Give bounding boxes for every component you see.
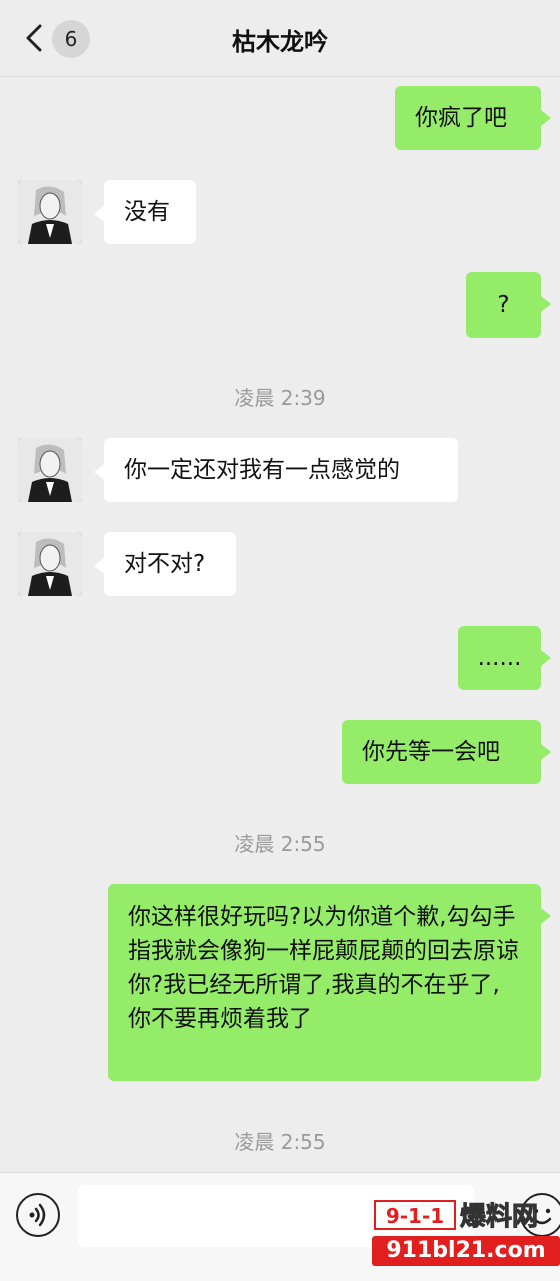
message-list[interactable]: 你疯了吧 没有 ? 凌晨 2:39 你一定还对我有一点感觉的 对不对? ....… [0,76,560,1172]
incoming-bubble[interactable]: 没有 [104,180,196,244]
bubble-tail [94,558,104,574]
watermark-url: 911bl21.com [372,1236,560,1266]
outgoing-bubble[interactable]: 你这样很好玩吗?以为你道个歉,勾勾手指我就会像狗一样屁颠屁颠的回去原谅你?我已经… [108,884,541,1081]
outgoing-bubble[interactable]: 你疯了吧 [395,86,541,150]
timestamp: 凌晨 2:39 [234,386,326,410]
outgoing-bubble[interactable]: 你先等一会吧 [342,720,541,784]
contact-avatar-icon [18,180,82,244]
bubble-tail [94,206,104,222]
chat-header: 6 枯木龙吟 [0,0,560,77]
incoming-bubble[interactable]: 对不对? [104,532,236,596]
avatar[interactable] [18,180,82,244]
contact-avatar-icon [18,532,82,596]
contact-avatar-icon [18,438,82,502]
timestamp: 凌晨 2:55 [234,1130,326,1154]
bubble-tail [541,650,551,666]
timestamp: 凌晨 2:55 [234,832,326,856]
voice-wave-icon [29,1203,46,1227]
outgoing-bubble[interactable]: ? [466,272,541,338]
avatar[interactable] [18,532,82,596]
bubble-tail [541,908,551,924]
incoming-bubble[interactable]: 你一定还对我有一点感觉的 [104,438,458,502]
outgoing-bubble[interactable]: ...... [458,626,541,690]
bubble-tail [94,464,104,480]
site-watermark: 9-1-1 爆料网 911bl21.com [372,1196,560,1268]
bubble-tail [541,296,551,312]
watermark-title: 爆料网 [459,1202,539,1233]
bubble-tail [541,110,551,126]
bubble-tail [541,744,551,760]
voice-button[interactable] [16,1193,60,1237]
watermark-logo: 9-1-1 爆料网 [372,1196,560,1233]
watermark-digits: 9-1-1 [374,1200,456,1230]
page-title: 枯木龙吟 [232,28,328,56]
avatar[interactable] [18,438,82,502]
